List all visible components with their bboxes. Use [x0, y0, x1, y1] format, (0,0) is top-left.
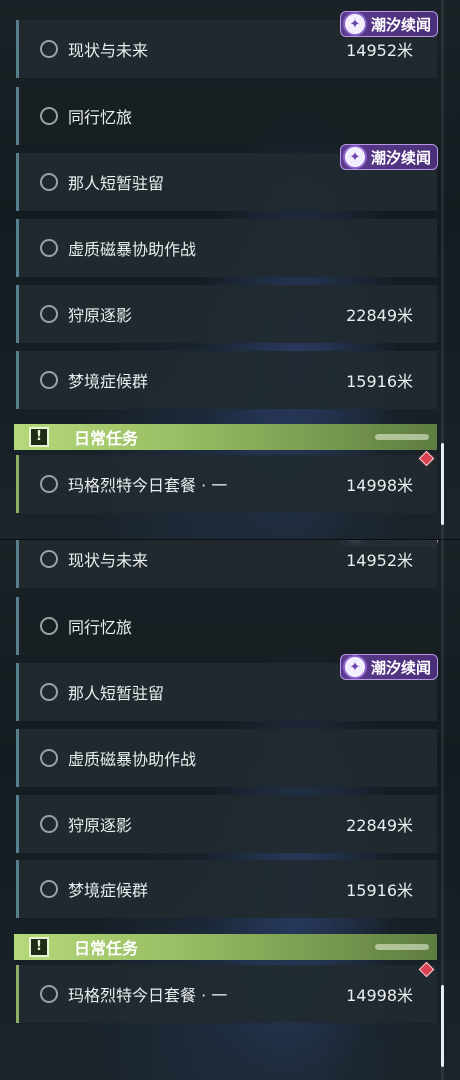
quest-row-2[interactable]: 同行忆旅	[16, 597, 437, 655]
quest-title: 现状与未来	[68, 551, 149, 570]
quest-title: 梦境症候群	[68, 372, 149, 391]
status-circle-icon	[40, 880, 58, 898]
quest-distance: 15916米	[346, 372, 413, 391]
quest-title: 玛格烈特今日套餐 · 一	[68, 476, 228, 495]
quest-row-1[interactable]: 现状与未来 14952米	[16, 540, 437, 588]
quest-title: 同行忆旅	[68, 618, 133, 637]
daily-quests-header[interactable]: ! 日常任务	[14, 934, 437, 960]
status-circle-icon	[40, 305, 58, 323]
quest-row-2[interactable]: 同行忆旅	[16, 87, 437, 145]
quest-distance: 15916米	[346, 881, 413, 900]
quest-panel-bottom: ✦ 潮汐续闻 现状与未来 14952米 同行忆旅 那人短暂驻留 虚质磁暴协助作战…	[0, 540, 460, 1080]
quest-title: 玛格烈特今日套餐 · 一	[68, 986, 228, 1005]
quest-title: 现状与未来	[68, 41, 149, 60]
quest-title: 狩原逐影	[68, 816, 133, 835]
exclamation-icon: !	[29, 427, 49, 447]
daily-quest-row[interactable]: 玛格烈特今日套餐 · 一 14998米	[16, 455, 437, 513]
quest-title: 梦境症候群	[68, 881, 149, 900]
status-circle-icon	[40, 107, 58, 125]
status-circle-icon	[40, 475, 58, 493]
scrollbar-thumb[interactable]	[441, 443, 444, 525]
quest-row-4[interactable]: 虚质磁暴协助作战	[16, 219, 437, 277]
scrollbar-thumb[interactable]	[441, 985, 444, 1067]
tide-emblem-icon: ✦	[343, 12, 367, 36]
status-circle-icon	[40, 40, 58, 58]
status-circle-icon	[40, 617, 58, 635]
status-circle-icon	[40, 815, 58, 833]
quest-title: 那人短暂驻留	[68, 174, 165, 193]
tide-sequel-badge: ✦ 潮汐续闻	[340, 11, 438, 37]
quest-title: 同行忆旅	[68, 108, 133, 127]
quest-distance: 14998米	[346, 476, 413, 495]
status-circle-icon	[40, 749, 58, 767]
daily-quests-title: 日常任务	[74, 939, 139, 958]
status-circle-icon	[40, 683, 58, 701]
quest-title: 那人短暂驻留	[68, 684, 165, 703]
quest-title: 狩原逐影	[68, 306, 133, 325]
daily-quests-header[interactable]: ! 日常任务	[14, 424, 437, 450]
tide-sequel-badge: ✦ 潮汐续闻	[340, 144, 438, 170]
quest-title: 虚质磁暴协助作战	[68, 750, 197, 769]
quest-row-5[interactable]: 狩原逐影 22849米	[16, 795, 437, 853]
quest-row-5[interactable]: 狩原逐影 22849米	[16, 285, 437, 343]
quest-title: 虚质磁暴协助作战	[68, 240, 197, 259]
badge-label: 潮汐续闻	[371, 148, 432, 167]
daily-quests-title: 日常任务	[74, 429, 139, 448]
tide-emblem-icon: ✦	[343, 145, 367, 169]
status-circle-icon	[40, 550, 58, 568]
status-circle-icon	[40, 173, 58, 191]
quest-row-6[interactable]: 梦境症候群 15916米	[16, 351, 437, 409]
status-circle-icon	[40, 371, 58, 389]
header-note-mark	[375, 944, 429, 950]
status-circle-icon	[40, 985, 58, 1003]
tide-emblem-icon: ✦	[343, 655, 367, 679]
quest-distance: 14952米	[346, 41, 413, 60]
header-note-mark	[375, 434, 429, 440]
quest-distance: 14952米	[346, 551, 413, 570]
quest-row-6[interactable]: 梦境症候群 15916米	[16, 860, 437, 918]
badge-label: 潮汐续闻	[371, 658, 432, 677]
status-circle-icon	[40, 239, 58, 257]
quest-distance: 22849米	[346, 306, 413, 325]
badge-label: 潮汐续闻	[371, 15, 432, 34]
daily-quest-row[interactable]: 玛格烈特今日套餐 · 一 14998米	[16, 965, 437, 1023]
exclamation-icon: !	[29, 937, 49, 957]
tide-sequel-badge: ✦ 潮汐续闻	[340, 654, 438, 680]
quest-distance: 14998米	[346, 986, 413, 1005]
quest-distance: 22849米	[346, 816, 413, 835]
quest-panel-top: 现状与未来 14952米 同行忆旅 那人短暂驻留 虚质磁暴协助作战 狩原逐影 2…	[0, 0, 460, 540]
quest-row-4[interactable]: 虚质磁暴协助作战	[16, 729, 437, 787]
